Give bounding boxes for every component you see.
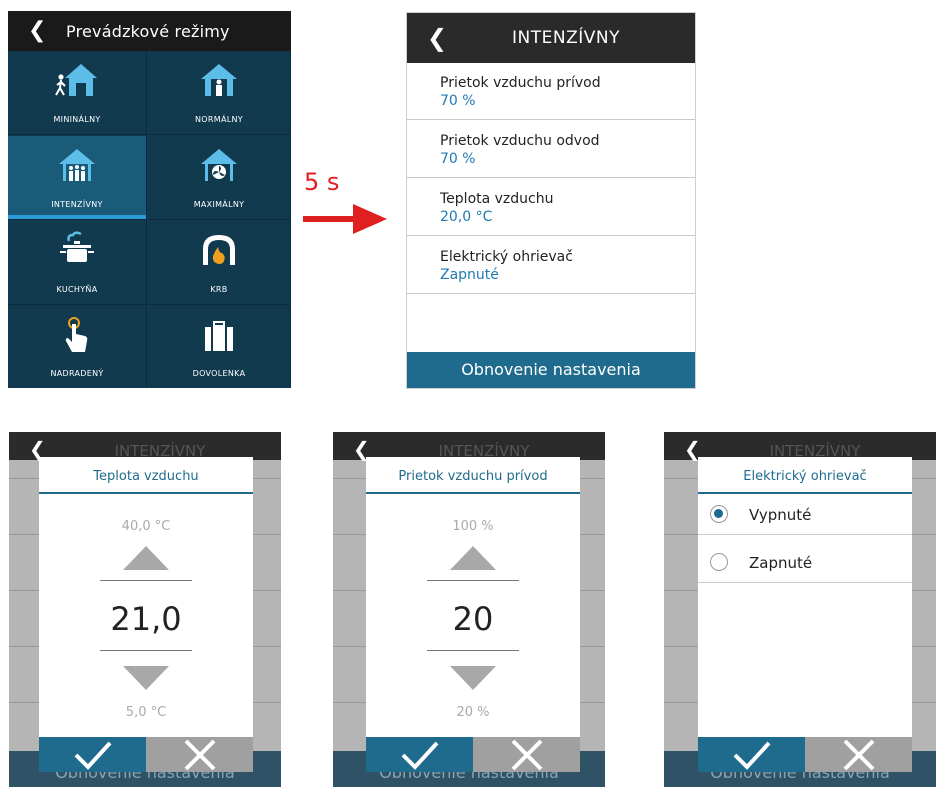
- check-icon: [74, 741, 111, 770]
- divider: [366, 492, 580, 494]
- dialog-title: Teplota vzduchu: [93, 469, 199, 484]
- setting-label: Elektrický ohrievač: [440, 249, 573, 265]
- close-icon: [843, 739, 874, 771]
- dialog-title: Elektrický ohrievač: [743, 469, 867, 484]
- mode-tile-superior[interactable]: NADRADENÝ: [8, 306, 147, 388]
- cooking-pot-icon: [60, 231, 94, 262]
- delay-label: 5 s: [304, 168, 340, 196]
- divider: [39, 492, 253, 494]
- supply-flow-dialog: Prietok vzduchu prívod 100 % 20 20 %: [366, 457, 580, 772]
- decrease-button[interactable]: [450, 666, 496, 690]
- group-house-icon: [59, 149, 95, 181]
- setting-value: 20,0 °C: [440, 209, 493, 225]
- increase-button[interactable]: [450, 546, 496, 570]
- divider: [427, 650, 519, 651]
- mode-label: MININÁLNY: [53, 115, 101, 124]
- mode-label: NORMÁLNY: [195, 115, 243, 124]
- setting-label: Teplota vzduchu: [440, 191, 554, 207]
- operating-modes-screen: ❮ Prevádzkové režimy MININÁLNY NORMÁLNY …: [8, 11, 291, 388]
- suitcase-icon: [205, 321, 233, 351]
- divider: [100, 650, 192, 651]
- intensive-header: ❮ INTENZÍVNY: [407, 13, 695, 63]
- option-on[interactable]: Zapnuté: [698, 543, 912, 583]
- setting-row-temperature[interactable]: Teplota vzduchu 20,0 °C: [407, 179, 695, 236]
- mode-tile-vacation[interactable]: DOVOLENKA: [148, 306, 291, 388]
- confirm-button[interactable]: [39, 737, 146, 772]
- close-icon: [184, 739, 215, 771]
- divider: [100, 580, 192, 581]
- current-value: 20: [452, 600, 494, 638]
- mode-tile-minimal[interactable]: MININÁLNY: [8, 51, 147, 135]
- divider: [698, 492, 912, 494]
- touch-hand-icon: [65, 317, 88, 352]
- current-value: 21,0: [110, 600, 182, 638]
- mode-label: NADRADENÝ: [50, 369, 104, 378]
- mode-label: KRB: [210, 285, 228, 294]
- setting-value: 70 %: [440, 151, 476, 167]
- mode-tile-fireplace[interactable]: KRB: [148, 221, 291, 305]
- radio-button[interactable]: [710, 553, 728, 571]
- increase-button[interactable]: [123, 546, 169, 570]
- person-house-icon: [201, 64, 237, 96]
- setting-value: Zapnuté: [440, 267, 499, 283]
- min-value: 5,0 °C: [125, 705, 167, 720]
- setting-row-exhaust-flow[interactable]: Prietok vzduchu odvod 70 %: [407, 121, 695, 178]
- cancel-button[interactable]: [805, 737, 912, 772]
- mode-tile-normal[interactable]: NORMÁLNY: [148, 51, 291, 135]
- intensive-mode-screen: ❮ INTENZÍVNY Prietok vzduchu prívod 70 %…: [406, 12, 696, 389]
- modes-title: Prevádzkové režimy: [66, 22, 230, 41]
- max-value: 100 %: [452, 519, 494, 534]
- close-icon: [511, 739, 542, 771]
- mode-label: INTENZÍVNY: [51, 200, 103, 209]
- mode-label: MAXIMÁLNY: [193, 200, 245, 209]
- cancel-button[interactable]: [473, 737, 580, 772]
- confirm-button[interactable]: [366, 737, 473, 772]
- max-value: 40,0 °C: [121, 519, 171, 534]
- arrow-right-icon: [303, 204, 387, 234]
- intensive-title: INTENZÍVNY: [512, 28, 620, 48]
- selected-indicator: [8, 215, 146, 219]
- radio-button[interactable]: [710, 505, 728, 523]
- divider: [427, 580, 519, 581]
- mode-label: KUCHYŇA: [56, 285, 98, 294]
- fan-house-icon: [201, 149, 237, 181]
- confirm-button[interactable]: [698, 737, 805, 772]
- setting-value: 70 %: [440, 93, 476, 109]
- mode-tile-maximal[interactable]: MAXIMÁLNY: [148, 136, 291, 220]
- heater-dialog: Elektrický ohrievač Vypnuté Zapnuté: [698, 457, 912, 772]
- min-value: 20 %: [456, 705, 490, 720]
- mode-label: DOVOLENKA: [192, 369, 246, 378]
- option-label: Vypnuté: [749, 506, 812, 524]
- temperature-dialog: Teplota vzduchu 40,0 °C 21,0 5,0 °C: [39, 457, 253, 772]
- dialog-title: Prietok vzduchu prívod: [398, 469, 548, 484]
- check-icon: [401, 741, 438, 770]
- walking-person-house-icon: [55, 64, 97, 96]
- setting-row-electric-heater[interactable]: Elektrický ohrievač Zapnuté: [407, 237, 695, 294]
- mode-tile-kitchen[interactable]: KUCHYŇA: [8, 221, 147, 305]
- back-icon[interactable]: ❮: [28, 20, 46, 42]
- decrease-button[interactable]: [123, 666, 169, 690]
- reset-settings-button[interactable]: Obnovenie nastavenia: [407, 352, 695, 388]
- setting-label: Prietok vzduchu prívod: [440, 75, 601, 91]
- setting-row-supply-flow[interactable]: Prietok vzduchu prívod 70 %: [407, 63, 695, 120]
- check-icon: [733, 741, 770, 770]
- option-off[interactable]: Vypnuté: [698, 495, 912, 535]
- fireplace-icon: [203, 235, 235, 265]
- mode-tile-intensive[interactable]: INTENZÍVNY: [8, 136, 147, 220]
- cancel-button[interactable]: [146, 737, 253, 772]
- modes-header: ❮ Prevádzkové režimy: [8, 11, 291, 51]
- option-label: Zapnuté: [749, 554, 813, 572]
- setting-label: Prietok vzduchu odvod: [440, 133, 600, 149]
